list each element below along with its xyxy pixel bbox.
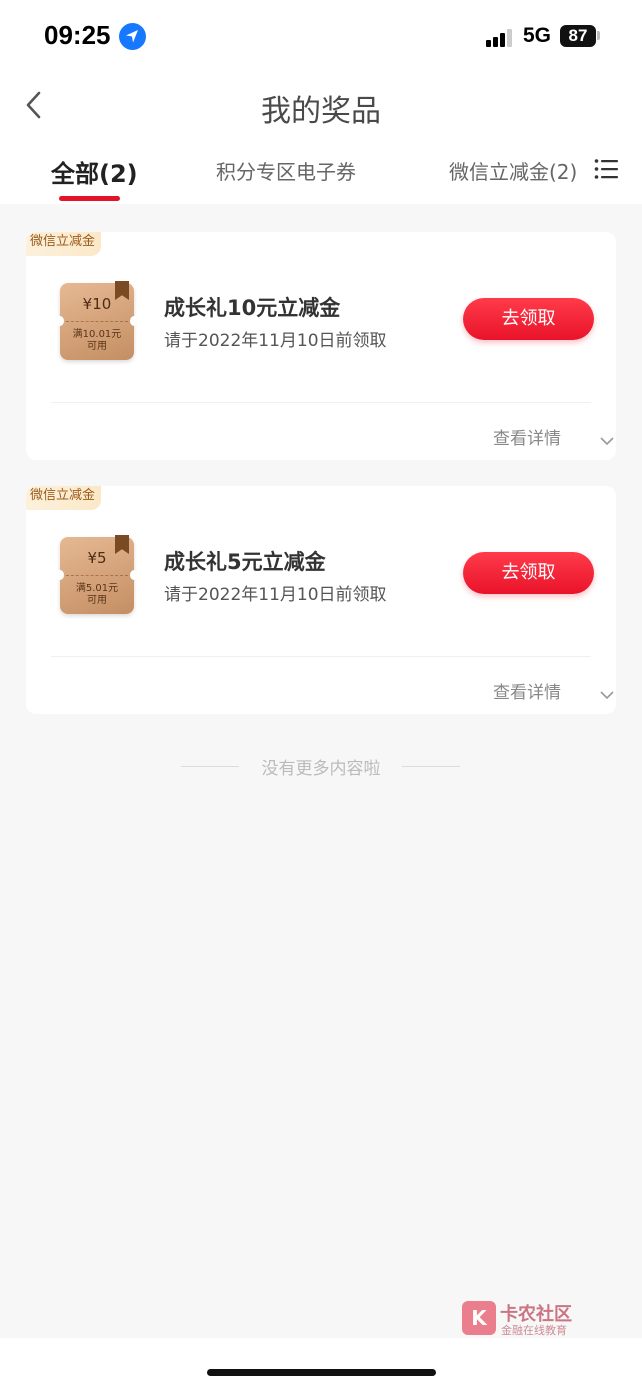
coupon-amount: ¥5: [87, 549, 107, 567]
end-of-list-text: 没有更多内容啦: [261, 759, 381, 779]
page-title: 我的奖品: [261, 94, 381, 129]
card-divider: [51, 656, 591, 657]
end-of-list: 没有更多内容啦: [0, 754, 642, 779]
status-time: 09:25: [44, 20, 111, 50]
view-details-link[interactable]: 查看详情: [493, 678, 561, 703]
coupon-condition: 满10.01元 可用: [60, 329, 134, 353]
battery-icon: 87: [560, 25, 596, 47]
prize-name: 成长礼10元立减金: [164, 296, 341, 320]
coupon-amount: ¥10: [82, 295, 112, 313]
prize-card: 微信立减金 ¥5 满5.01元 可用 成长礼5元立减金 请于2022年11月10…: [26, 486, 616, 714]
status-bar: 09:25 5G 87: [0, 0, 642, 74]
coupon-condition-line2: 可用: [87, 341, 107, 352]
claim-button[interactable]: 去领取: [463, 552, 594, 594]
nav-bar: 我的奖品: [0, 74, 642, 136]
watermark: K 卡农社区 金融在线教育: [462, 1298, 587, 1338]
home-indicator[interactable]: [207, 1369, 436, 1376]
coupon-image: ¥10 满10.01元 可用: [56, 281, 138, 360]
battery-tip: [597, 31, 600, 40]
coupon-condition-line2: 可用: [87, 595, 107, 606]
tab-all[interactable]: 全部(2): [51, 154, 138, 189]
prize-name: 成长礼5元立减金: [164, 550, 326, 574]
location-arrow-icon: [119, 23, 146, 50]
tab-bar: 全部(2) 积分专区电子券 微信立减金(2): [0, 136, 642, 204]
card-divider: [51, 402, 591, 403]
chevron-down-icon[interactable]: [600, 431, 614, 446]
claim-button[interactable]: 去领取: [463, 298, 594, 340]
cellular-signal-icon: [486, 27, 516, 47]
active-tab-indicator: [59, 196, 120, 201]
list-menu-icon[interactable]: [594, 158, 618, 180]
view-details-link[interactable]: 查看详情: [493, 424, 561, 449]
coupon-condition-line1: 满10.01元: [72, 329, 122, 340]
tab-wechat-discount[interactable]: 微信立减金(2): [449, 156, 577, 185]
prize-type-tag: 微信立减金: [26, 486, 102, 510]
prize-type-tag: 微信立减金: [26, 232, 102, 256]
tab-points-vouchers[interactable]: 积分专区电子券: [216, 156, 356, 185]
coupon-condition-line1: 满5.01元: [75, 583, 119, 594]
network-type: 5G: [523, 24, 552, 47]
prize-card: 微信立减金 ¥10 满10.01元 可用 成长礼10元立减金 请于2022年11…: [26, 232, 616, 460]
watermark-subtitle: 金融在线教育: [501, 1324, 567, 1337]
coupon-divider: [66, 321, 128, 322]
bottom-safe-area: [0, 1338, 642, 1389]
chevron-down-icon[interactable]: [600, 685, 614, 700]
coupon-condition: 满5.01元 可用: [60, 583, 134, 607]
prize-deadline: 请于2022年11月10日前领取: [164, 585, 387, 605]
end-divider-right: [402, 766, 460, 767]
prize-deadline: 请于2022年11月10日前领取: [164, 331, 387, 351]
watermark-logo-icon: K: [462, 1301, 496, 1335]
coupon-image: ¥5 满5.01元 可用: [56, 535, 138, 614]
coupon-divider: [66, 575, 128, 576]
